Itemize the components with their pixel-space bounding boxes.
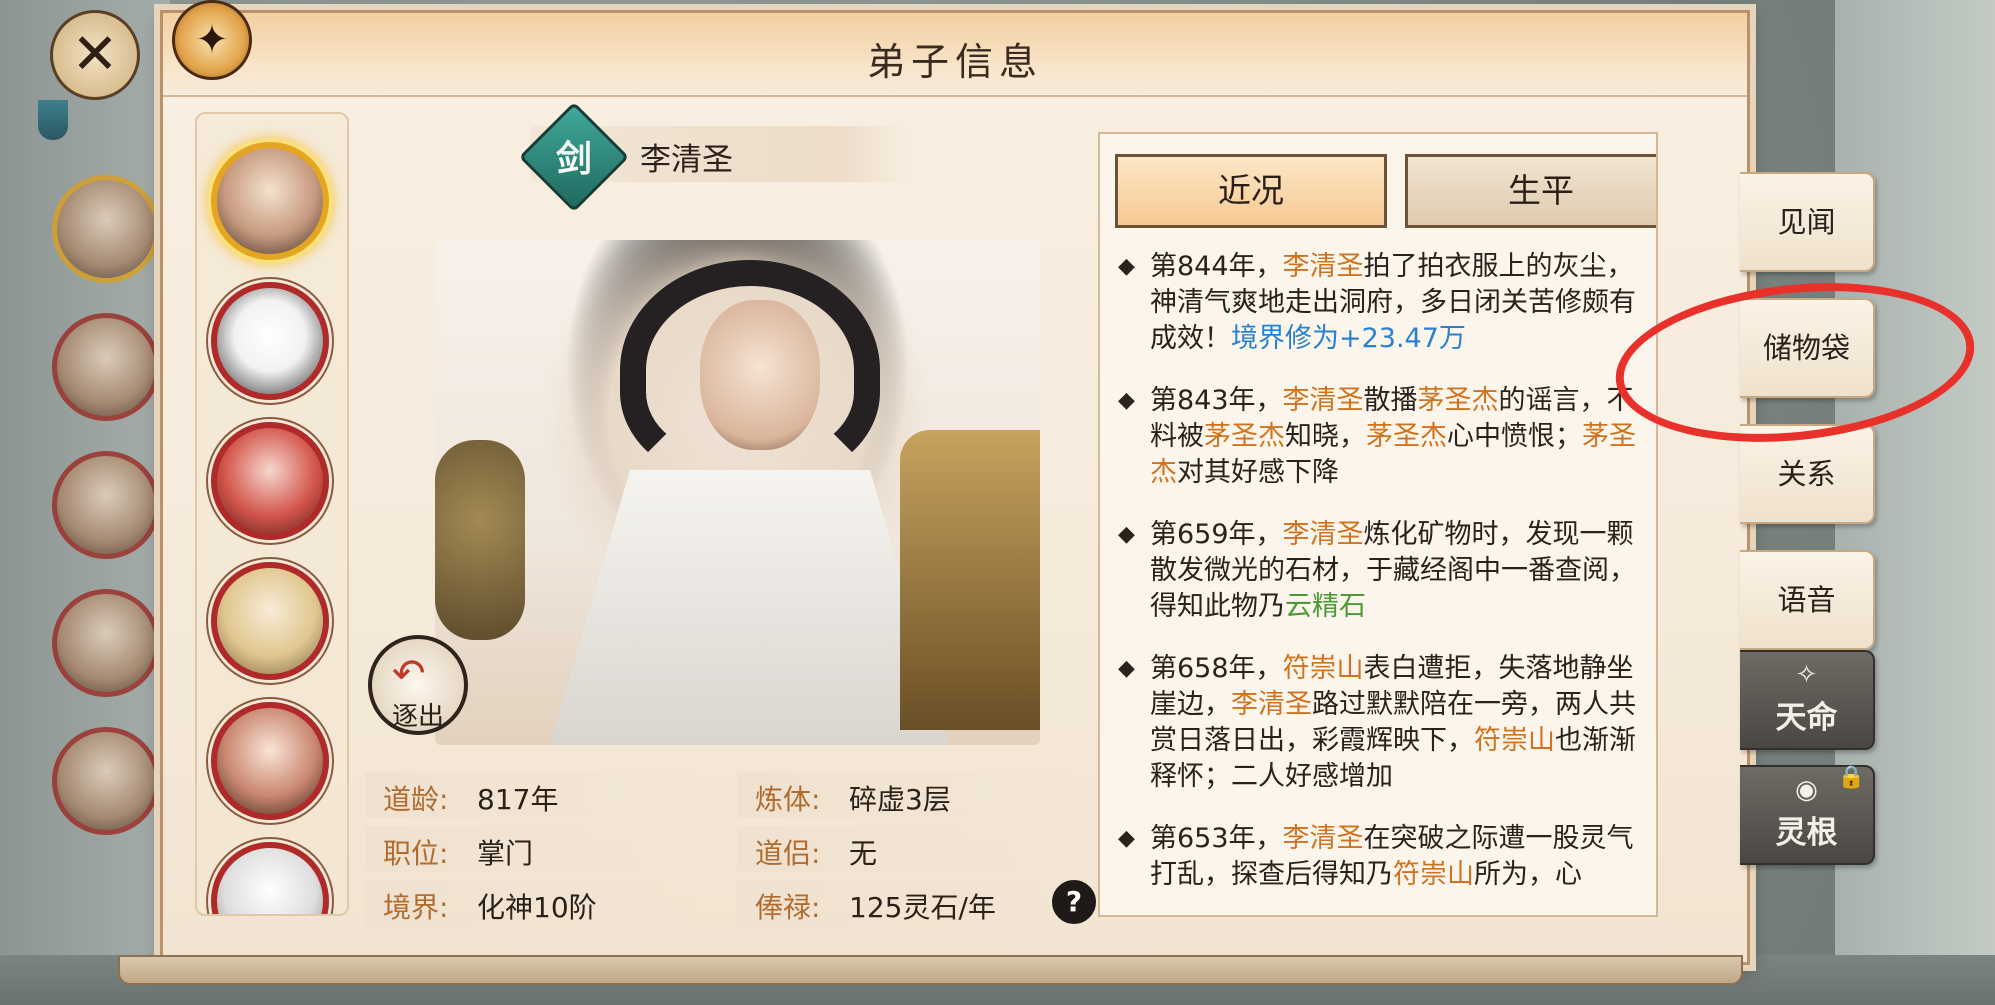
tab-recent[interactable]: 近况 bbox=[1115, 154, 1387, 228]
stat-realm: 境界: 化神10阶 bbox=[365, 880, 695, 926]
stat-position: 职位: 掌门 bbox=[365, 826, 695, 872]
log-text: 第843年， bbox=[1150, 385, 1283, 416]
expel-label: 逐出 bbox=[391, 702, 444, 732]
log-text: 心中愤恨； bbox=[1447, 421, 1582, 452]
bullet-icon: ◆ bbox=[1118, 254, 1135, 279]
log-text: 第658年， bbox=[1150, 653, 1283, 684]
disciple-avatar[interactable] bbox=[211, 562, 329, 680]
scroll-roll-decoration bbox=[118, 955, 1743, 985]
panel-header: 弟子信息 bbox=[163, 13, 1747, 97]
log-entry: ◆ 第843年，李清圣散播茅圣杰的谣言，不料被茅圣杰知晓，茅圣杰心中愤恨；茅圣杰对… bbox=[1118, 383, 1653, 491]
tassel-decoration bbox=[38, 100, 68, 140]
stat-label: 道侣: bbox=[755, 837, 821, 870]
log-text: 第653年， bbox=[1150, 823, 1283, 854]
log-text: 李清圣 bbox=[1282, 385, 1364, 416]
background-avatar-column bbox=[52, 175, 172, 865]
log-text: 李清圣 bbox=[1282, 251, 1364, 282]
log-entry: ◆ 第659年，李清圣炼化矿物时，发现一颗散发微光的石材，于藏经阁中一番查阅，得知… bbox=[1118, 517, 1653, 625]
background-avatar bbox=[52, 589, 160, 697]
lock-icon: 🔒 bbox=[1837, 765, 1865, 790]
stat-value: 碎虚3层 bbox=[849, 783, 951, 816]
log-text: 境界修为+23.47万 bbox=[1231, 323, 1466, 354]
sect-emblem-icon: ✦ bbox=[172, 0, 252, 80]
side-tab-news[interactable]: 见闻 bbox=[1740, 172, 1875, 272]
log-text: 对其好感下降 bbox=[1177, 457, 1339, 488]
close-button[interactable]: ✕ bbox=[50, 10, 140, 100]
portrait-gourd bbox=[435, 440, 525, 640]
log-text: 第844年， bbox=[1150, 251, 1283, 282]
disciple-avatar[interactable] bbox=[211, 842, 329, 914]
disciple-name: 李清圣 bbox=[640, 142, 733, 178]
stat-value: 掌门 bbox=[477, 837, 534, 870]
stat-value: 817年 bbox=[477, 783, 559, 816]
log-text: 云精石 bbox=[1285, 591, 1366, 622]
close-icon: ✕ bbox=[71, 22, 119, 87]
side-tab-voice[interactable]: 语音 bbox=[1740, 550, 1875, 650]
sword-icon: 剑 bbox=[555, 139, 592, 180]
log-text: 李清圣 bbox=[1282, 823, 1364, 854]
event-log-list: ◆ 第844年，李清圣拍了拍衣服上的灰尘，神清气爽地走出洞府，多日闭关苦修颇有成效… bbox=[1118, 249, 1653, 915]
stat-partner: 道侣: 无 bbox=[737, 826, 1067, 872]
stat-value: 无 bbox=[849, 837, 878, 870]
background-avatar bbox=[52, 313, 160, 421]
bullet-icon: ◆ bbox=[1118, 826, 1135, 851]
stat-value: 化神10阶 bbox=[477, 891, 597, 924]
expel-button[interactable]: ↶ 逐出 bbox=[368, 635, 468, 735]
log-text: 李清圣 bbox=[1231, 689, 1312, 720]
log-entry: ◆ 第658年，符崇山表白遭拒，失落地静坐崖边，李清圣路过默默陪在一旁，两人共赏日… bbox=[1118, 651, 1653, 795]
stat-label: 道龄: bbox=[383, 783, 449, 816]
stat-age: 道龄: 817年 bbox=[365, 772, 695, 818]
stat-label: 俸禄: bbox=[755, 891, 821, 924]
disciple-avatar[interactable] bbox=[211, 282, 329, 400]
log-text: 符崇山 bbox=[1282, 653, 1364, 684]
side-tab-label: 灵根 bbox=[1775, 815, 1838, 851]
log-text: 所为，心 bbox=[1474, 859, 1582, 890]
log-text: 茅圣杰 bbox=[1204, 421, 1285, 452]
disciple-stats: 道龄: 817年 炼体: 碎虚3层 职位: 掌门 道侣: 无 境界: 化神10阶… bbox=[365, 772, 1067, 932]
side-tab-destiny[interactable]: ✧ 天命 bbox=[1740, 650, 1875, 750]
log-text: 李清圣 bbox=[1282, 519, 1364, 550]
stat-label: 炼体: bbox=[755, 783, 821, 816]
log-text: 符崇山 bbox=[1393, 859, 1474, 890]
destiny-icon: ✧ bbox=[1795, 660, 1818, 690]
log-entry: ◆ 第844年，李清圣拍了拍衣服上的灰尘，神清气爽地走出洞府，多日闭关苦修颇有成效… bbox=[1118, 249, 1653, 357]
bullet-icon: ◆ bbox=[1118, 388, 1135, 413]
background-avatar bbox=[52, 175, 160, 283]
tab-biography[interactable]: 生平 bbox=[1405, 154, 1656, 228]
stat-salary: 俸禄: 125灵石/年 bbox=[737, 880, 1067, 926]
background-avatar bbox=[52, 727, 160, 835]
portrait-face bbox=[700, 300, 820, 450]
portrait-armor bbox=[900, 430, 1040, 730]
stat-value: 125灵石/年 bbox=[849, 891, 996, 924]
log-text: 符崇山 bbox=[1474, 725, 1555, 756]
disciple-avatar-selected[interactable] bbox=[211, 142, 329, 260]
log-text: 茅圣杰 bbox=[1366, 421, 1447, 452]
stat-body-refining: 炼体: 碎虚3层 bbox=[737, 772, 1067, 818]
log-text: 茅圣杰 bbox=[1417, 385, 1499, 416]
bullet-icon: ◆ bbox=[1118, 656, 1135, 681]
side-tab-spirit-root[interactable]: 🔒 ◉ 灵根 bbox=[1740, 765, 1875, 865]
disciple-avatar-list[interactable] bbox=[195, 112, 349, 916]
stat-label: 职位: bbox=[383, 837, 449, 870]
log-entry: ◆ 第653年，李清圣在突破之际遭一股灵气打乱，探查后得知乃符崇山所为，心 bbox=[1118, 821, 1653, 893]
log-text: 散播 bbox=[1363, 385, 1418, 416]
side-tab-label: 天命 bbox=[1775, 700, 1838, 736]
expel-arrow-icon: ↶ bbox=[392, 651, 426, 697]
event-log-panel[interactable]: 近况 生平 ◆ 第844年，李清圣拍了拍衣服上的灰尘，神清气爽地走出洞府，多日闭关… bbox=[1098, 132, 1658, 917]
help-icon[interactable]: ? bbox=[1050, 878, 1098, 926]
disciple-avatar[interactable] bbox=[211, 702, 329, 820]
background-avatar bbox=[52, 451, 160, 559]
log-text: 知晓， bbox=[1285, 421, 1366, 452]
log-text: 第659年， bbox=[1150, 519, 1283, 550]
stat-label: 境界: bbox=[383, 891, 449, 924]
bullet-icon: ◆ bbox=[1118, 522, 1135, 547]
disciple-avatar[interactable] bbox=[211, 422, 329, 540]
page-title: 弟子信息 bbox=[866, 40, 1043, 84]
